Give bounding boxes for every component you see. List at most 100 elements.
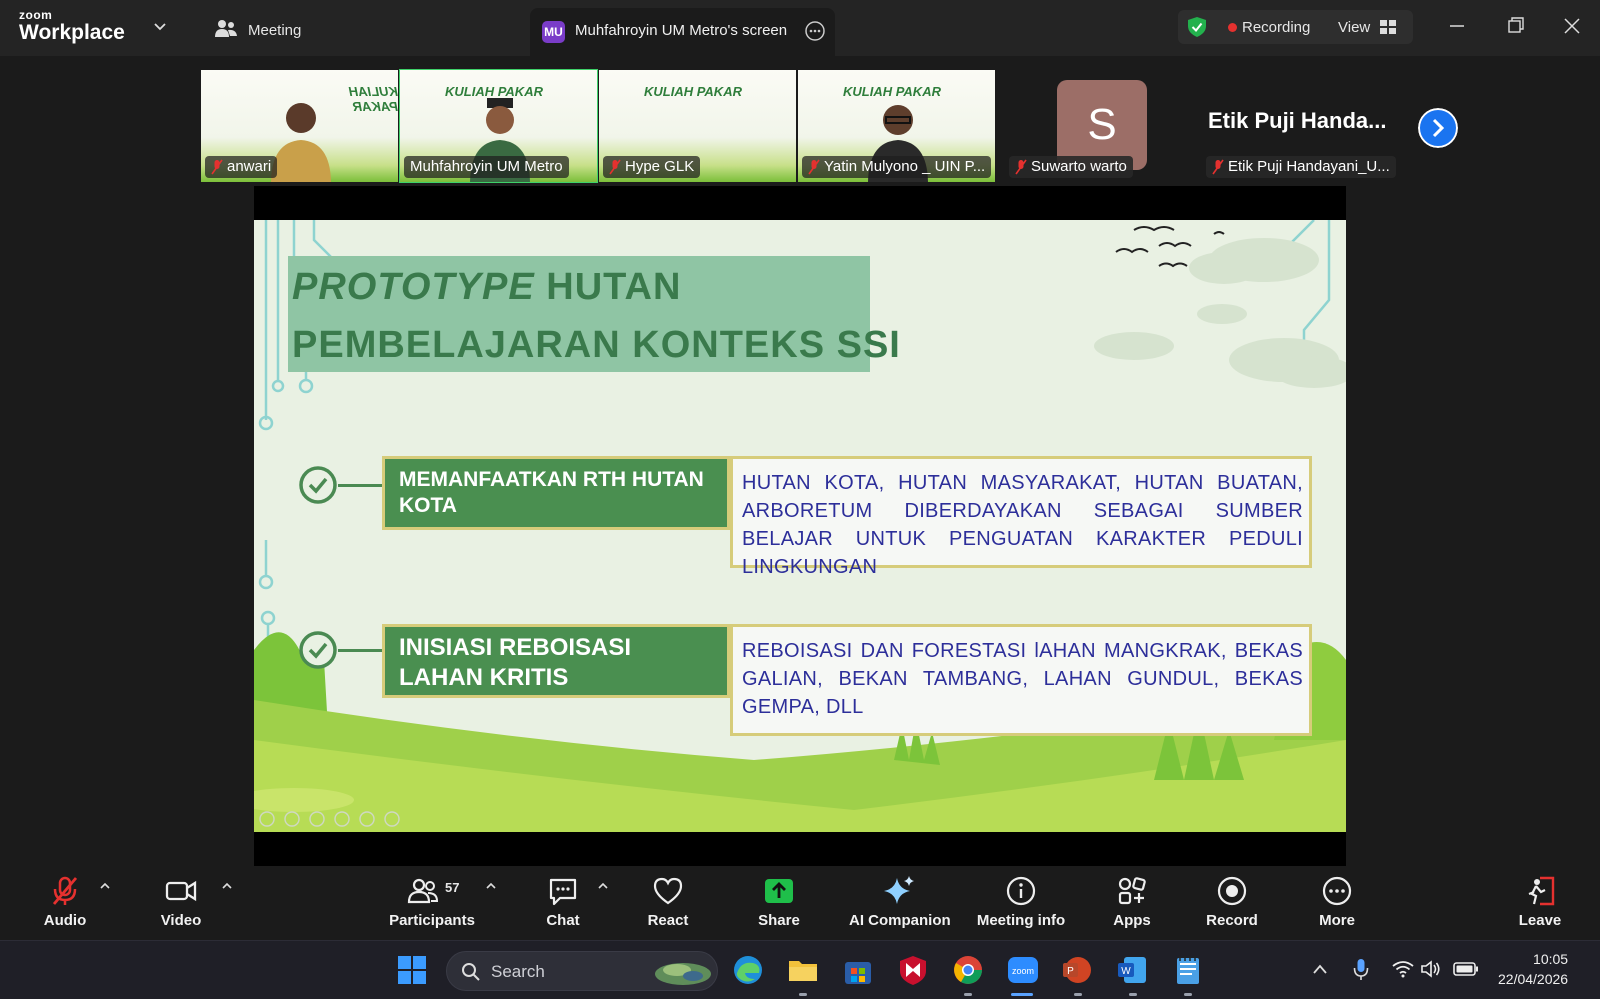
record-label: Record <box>1206 912 1258 929</box>
view-button[interactable]: View <box>1338 19 1370 36</box>
microphone-icon[interactable] <box>1353 958 1369 982</box>
clock-date: 22/04/2026 <box>1498 971 1569 987</box>
taskbar-search-box[interactable]: Search <box>446 951 718 991</box>
apps-icon <box>1118 877 1146 905</box>
zoom-window: zoom Workplace Meeting MU Muhfahroyin UM… <box>0 0 1600 999</box>
chat-bubble-icon <box>549 878 577 906</box>
running-indicator <box>1184 993 1192 996</box>
participant-name-text: Etik Puji Handayani_U... <box>1228 158 1390 175</box>
muted-mic-icon <box>1212 159 1224 175</box>
more-dots-icon <box>1322 876 1352 906</box>
clock-time: 10:05 <box>1533 951 1569 967</box>
search-placeholder: Search <box>491 962 545 981</box>
battery-icon[interactable] <box>1453 962 1479 976</box>
restore-icon[interactable] <box>1500 14 1530 38</box>
chat-label: Chat <box>546 912 580 929</box>
sharer-badge: MU <box>542 21 565 43</box>
notepad-icon[interactable] <box>1171 953 1205 987</box>
title-bar: zoom Workplace Meeting MU Muhfahroyin UM… <box>0 0 1600 56</box>
meeting-toolbar: Audio Video Participants 57 Chat React S… <box>0 868 1600 940</box>
meeting-people-icon <box>215 20 237 37</box>
slide-item-label: INISIASI REBOISASI LAHAN KRITIS <box>382 624 730 698</box>
participant-name: Yatin Mulyono _ UIN P... <box>802 156 992 178</box>
windows-taskbar: Search zoom P W 10:05 22/04/2026 <box>0 940 1600 999</box>
video-button[interactable]: Video <box>156 874 206 938</box>
check-circle-icon <box>299 466 337 504</box>
participant-tile[interactable]: KULIAH PAKAR Yatin Mulyono _ UIN P... <box>798 70 995 182</box>
sparkle-icon <box>884 876 914 904</box>
mcafee-shield-icon[interactable] <box>896 953 930 987</box>
meeting-info-label: Meeting info <box>976 912 1066 929</box>
windows-start-icon[interactable] <box>395 953 429 987</box>
participants-label: Participants <box>389 912 475 929</box>
more-button[interactable]: More <box>1312 874 1362 938</box>
audio-button[interactable]: Audio <box>40 874 90 938</box>
participants-icon <box>407 878 439 904</box>
system-clock[interactable]: 10:05 22/04/2026 <box>1498 949 1568 989</box>
info-icon <box>1006 876 1036 906</box>
heart-icon <box>653 877 683 905</box>
participant-tile[interactable]: KULIAH PAKAR anwari <box>201 70 398 182</box>
participant-name-text: anwari <box>227 158 272 175</box>
tile-banner-text: KULIAH PAKAR <box>348 84 398 114</box>
participant-tile[interactable]: Etik Puji Handa... Etik Puji Handayani_U… <box>1202 70 1399 182</box>
leave-button[interactable]: Leave <box>1515 874 1565 938</box>
grid-view-icon[interactable] <box>1380 20 1396 34</box>
next-page-arrow-icon[interactable] <box>1418 108 1458 148</box>
muted-mic-icon <box>609 159 621 175</box>
chevron-up-icon[interactable] <box>99 880 111 892</box>
logo-text-top: zoom <box>19 8 53 22</box>
participants-button[interactable]: Participants <box>382 874 482 938</box>
chrome-browser-icon[interactable] <box>951 953 985 987</box>
participant-name-text: Hype GLK <box>625 158 695 175</box>
participant-name-text: Yatin Mulyono _ UIN P... <box>824 158 986 175</box>
tile-banner-text: KULIAH PAKAR <box>644 84 742 99</box>
participant-tile-active-speaker[interactable]: KULIAH PAKAR Muhfahroyin UM Metro <box>399 69 598 183</box>
volume-icon[interactable] <box>1420 960 1442 978</box>
file-explorer-icon[interactable] <box>786 953 820 987</box>
chevron-up-icon[interactable] <box>485 880 497 892</box>
share-button[interactable]: Share <box>754 874 804 938</box>
edge-browser-icon[interactable] <box>731 953 765 987</box>
video-label: Video <box>160 912 202 929</box>
participant-count: 57 <box>445 880 460 895</box>
shared-screen-label: Muhfahroyin UM Metro's screen <box>575 22 788 39</box>
zoom-logo: zoom Workplace <box>19 9 125 43</box>
leave-label: Leave <box>1518 912 1562 929</box>
presentation-slide: PROTOTYPE HUTAN PEMBELAJARAN KONTEKS SSI… <box>254 220 1346 832</box>
apps-button[interactable]: Apps <box>1107 874 1157 938</box>
running-indicator <box>1074 993 1082 996</box>
search-icon <box>462 963 480 981</box>
svg-text:W: W <box>1121 966 1131 977</box>
shared-screen-tab[interactable]: MU Muhfahroyin UM Metro's screen <box>530 8 835 56</box>
chevron-up-icon[interactable] <box>1312 963 1328 975</box>
muted-mic-icon <box>1015 159 1027 175</box>
store-icon[interactable] <box>841 953 875 987</box>
participant-tile[interactable]: KULIAH PAKAR Hype GLK <box>599 70 796 182</box>
participant-name: Suwarto warto <box>1009 156 1133 178</box>
wifi-icon[interactable] <box>1392 960 1414 978</box>
chevron-up-icon[interactable] <box>597 880 609 892</box>
word-icon[interactable]: W <box>1116 953 1150 987</box>
close-icon[interactable] <box>1557 14 1587 38</box>
meeting-label[interactable]: Meeting <box>248 22 301 39</box>
recording-label: Recording <box>1242 19 1311 36</box>
powerpoint-pdf-icon[interactable]: P <box>1061 953 1095 987</box>
react-button[interactable]: React <box>643 874 693 938</box>
recording-dot <box>1228 23 1237 32</box>
chat-button[interactable]: Chat <box>538 874 588 938</box>
chevron-up-icon[interactable] <box>221 880 233 892</box>
slide-item-description: HUTAN KOTA, HUTAN MASYARAKAT, HUTAN BUAT… <box>730 456 1312 578</box>
shield-check-icon[interactable] <box>1186 16 1208 38</box>
slide-nav-controls[interactable] <box>258 810 408 828</box>
ai-companion-button[interactable]: AI Companion <box>849 874 951 938</box>
record-button[interactable]: Record <box>1206 874 1258 938</box>
minimize-icon[interactable] <box>1442 14 1472 38</box>
chevron-down-icon[interactable] <box>152 18 168 34</box>
svg-text:P: P <box>1067 966 1074 977</box>
more-options-icon[interactable] <box>805 21 825 41</box>
meeting-info-button[interactable]: Meeting info <box>971 874 1071 938</box>
zoom-app-icon[interactable]: zoom <box>1006 953 1040 987</box>
running-indicator <box>964 993 972 996</box>
participant-tile[interactable]: S Suwarto warto <box>1005 70 1202 182</box>
